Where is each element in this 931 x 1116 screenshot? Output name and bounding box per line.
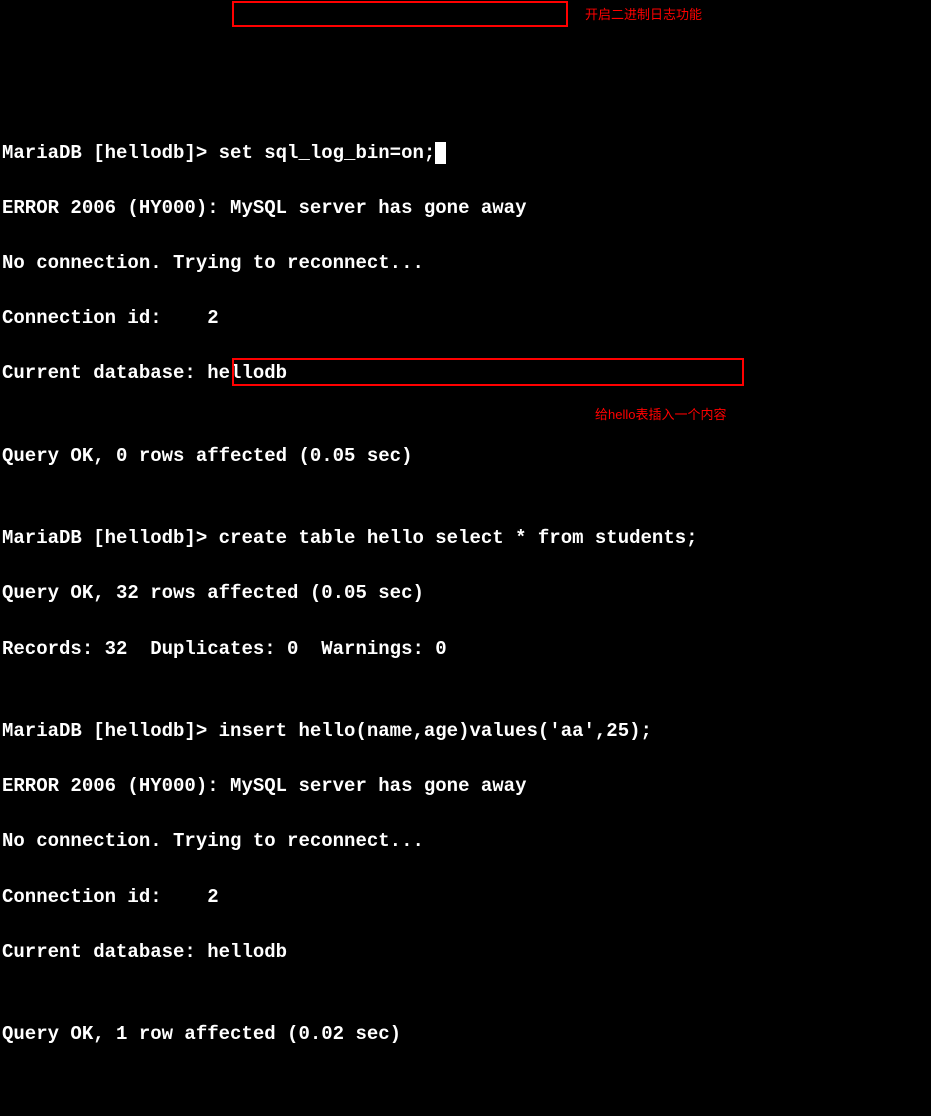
- annotation-label-1: 开启二进制日志功能: [585, 6, 702, 25]
- output-line: Query OK, 0 rows affected (0.05 sec): [2, 443, 929, 471]
- command-text: insert hello(name,age)values('aa',25);: [219, 720, 652, 742]
- command-text: set sql_log_bin=on;: [219, 142, 436, 164]
- output-line: ERROR 2006 (HY000): MySQL server has gon…: [2, 195, 929, 223]
- output-line: Current database: hellodb: [2, 939, 929, 967]
- output-line: Query OK, 1 row affected (0.02 sec): [2, 1021, 929, 1049]
- output-line: Query OK, 32 rows affected (0.05 sec): [2, 580, 929, 608]
- cursor-icon: [435, 142, 446, 164]
- command-text: create table hello select * from student…: [219, 527, 698, 549]
- output-line: No connection. Trying to reconnect...: [2, 828, 929, 856]
- output-line: Current database: hellodb: [2, 360, 929, 388]
- highlight-box-1: [232, 1, 568, 27]
- prompt: MariaDB [hellodb]>: [2, 720, 219, 742]
- annotation-label-2: 给hello表插入一个内容: [595, 406, 726, 425]
- terminal-output[interactable]: MariaDB [hellodb]> set sql_log_bin=on; E…: [2, 112, 929, 1076]
- output-line: No connection. Trying to reconnect...: [2, 250, 929, 278]
- prompt: MariaDB [hellodb]>: [2, 527, 219, 549]
- prompt: MariaDB [hellodb]>: [2, 142, 219, 164]
- output-line: ERROR 2006 (HY000): MySQL server has gon…: [2, 773, 929, 801]
- output-line: Connection id: 2: [2, 884, 929, 912]
- output-line: Records: 32 Duplicates: 0 Warnings: 0: [2, 636, 929, 664]
- output-line: Connection id: 2: [2, 305, 929, 333]
